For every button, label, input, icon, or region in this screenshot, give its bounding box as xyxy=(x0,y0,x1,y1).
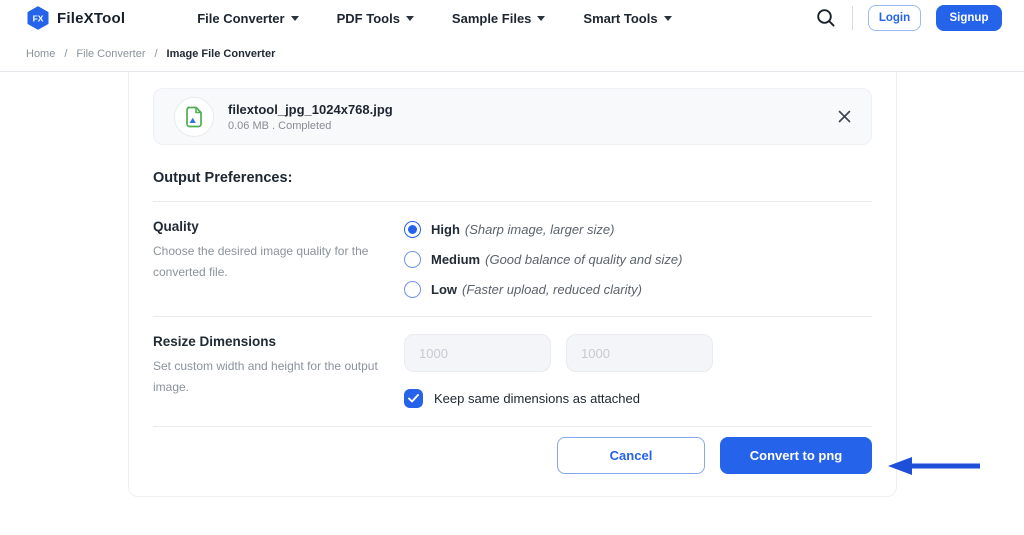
quality-option-note: (Good balance of quality and size) xyxy=(485,252,683,267)
quality-option-label: Low xyxy=(431,282,457,297)
nav-item-label: Smart Tools xyxy=(583,10,658,26)
login-button[interactable]: Login xyxy=(868,5,921,31)
brand-logo-text: FX xyxy=(33,14,44,24)
uploaded-file-row: filextool_jpg_1024x768.jpg 0.06 MB . Com… xyxy=(153,88,872,145)
breadcrumb-separator: / xyxy=(64,47,68,60)
nav-item-file-converter[interactable]: File Converter xyxy=(197,10,299,26)
quality-option-label: High xyxy=(431,222,460,237)
quality-labels: Quality Choose the desired image quality… xyxy=(153,219,404,298)
chevron-down-icon xyxy=(537,16,546,21)
image-file-icon xyxy=(186,106,202,127)
remove-file-button[interactable] xyxy=(838,110,851,123)
converter-card: filextool_jpg_1024x768.jpg 0.06 MB . Com… xyxy=(128,72,897,497)
main-nav: File Converter PDF Tools Sample Files Sm… xyxy=(197,10,672,26)
chevron-down-icon xyxy=(405,16,414,21)
brand[interactable]: FX FileXTool xyxy=(26,6,125,30)
quality-label: Quality xyxy=(153,219,199,234)
quality-option-label: Medium xyxy=(431,252,481,267)
nav-item-smart-tools[interactable]: Smart Tools xyxy=(583,10,672,26)
file-meta: 0.06 MB . Completed xyxy=(228,119,332,132)
nav-item-pdf-tools[interactable]: PDF Tools xyxy=(337,11,414,26)
quality-option-high[interactable]: High (Sharp image, larger size) xyxy=(404,221,682,238)
quality-option-medium[interactable]: Medium (Good balance of quality and size… xyxy=(404,251,682,268)
resize-controls: Keep same dimensions as attached xyxy=(404,334,713,408)
breadcrumb-bar: Home / File Converter / Image File Conve… xyxy=(0,36,1024,72)
breadcrumb-separator: / xyxy=(154,47,158,60)
nav-item-sample-files[interactable]: Sample Files xyxy=(451,10,546,26)
radio-icon[interactable] xyxy=(404,251,421,268)
radio-selected-icon[interactable] xyxy=(404,221,421,238)
chevron-down-icon xyxy=(663,16,672,21)
brand-name: FileXTool xyxy=(57,9,126,27)
quality-option-note: (Sharp image, larger size) xyxy=(464,222,615,237)
close-icon xyxy=(838,110,851,123)
keep-dimensions-option[interactable]: Keep same dimensions as attached xyxy=(404,389,713,408)
footer-actions: Cancel Convert to png xyxy=(153,426,872,484)
chevron-down-icon xyxy=(290,16,299,21)
header: FX FileXTool File Converter PDF Tools Sa… xyxy=(0,0,1024,36)
width-input[interactable] xyxy=(404,334,551,372)
file-avatar xyxy=(174,96,214,137)
resize-labels: Resize Dimensions Set custom width and h… xyxy=(153,334,404,408)
quality-option-note: (Faster upload, reduced clarity) xyxy=(462,282,642,297)
header-divider xyxy=(852,6,853,30)
nav-item-label: PDF Tools xyxy=(336,10,400,26)
radio-icon[interactable] xyxy=(404,281,421,298)
keep-dimensions-label: Keep same dimensions as attached xyxy=(434,391,640,406)
breadcrumb-current: Image File Converter xyxy=(166,47,276,60)
header-right: Login Signup xyxy=(815,5,1002,31)
file-name: filextool_jpg_1024x768.jpg xyxy=(228,101,393,117)
resize-row: Resize Dimensions Set custom width and h… xyxy=(153,316,872,426)
output-preferences-heading: Output Preferences: xyxy=(153,170,293,186)
convert-button[interactable]: Convert to png xyxy=(720,437,872,474)
breadcrumb-home[interactable]: Home xyxy=(26,48,55,60)
quality-option-low[interactable]: Low (Faster upload, reduced clarity) xyxy=(404,281,682,298)
resize-description: Set custom width and height for the outp… xyxy=(153,359,378,394)
nav-item-label: File Converter xyxy=(197,10,285,26)
pointer-arrow-icon xyxy=(888,457,980,475)
height-input[interactable] xyxy=(566,334,713,372)
cancel-button[interactable]: Cancel xyxy=(557,437,705,474)
signup-button[interactable]: Signup xyxy=(936,5,1002,31)
breadcrumb-file-converter[interactable]: File Converter xyxy=(76,48,145,60)
quality-options: High (Sharp image, larger size) Medium (… xyxy=(404,219,682,298)
file-texts: filextool_jpg_1024x768.jpg 0.06 MB . Com… xyxy=(228,102,393,132)
resize-label: Resize Dimensions xyxy=(153,334,277,349)
search-icon[interactable] xyxy=(815,7,837,29)
checkbox-checked-icon[interactable] xyxy=(404,389,423,408)
dimension-inputs xyxy=(404,334,713,372)
quality-description: Choose the desired image quality for the… xyxy=(153,244,369,279)
quality-row: Quality Choose the desired image quality… xyxy=(153,201,872,316)
brand-logo-icon: FX xyxy=(27,6,49,30)
breadcrumb: Home / File Converter / Image File Conve… xyxy=(26,48,275,60)
page: FX FileXTool File Converter PDF Tools Sa… xyxy=(0,0,1024,535)
nav-item-label: Sample Files xyxy=(451,10,532,26)
